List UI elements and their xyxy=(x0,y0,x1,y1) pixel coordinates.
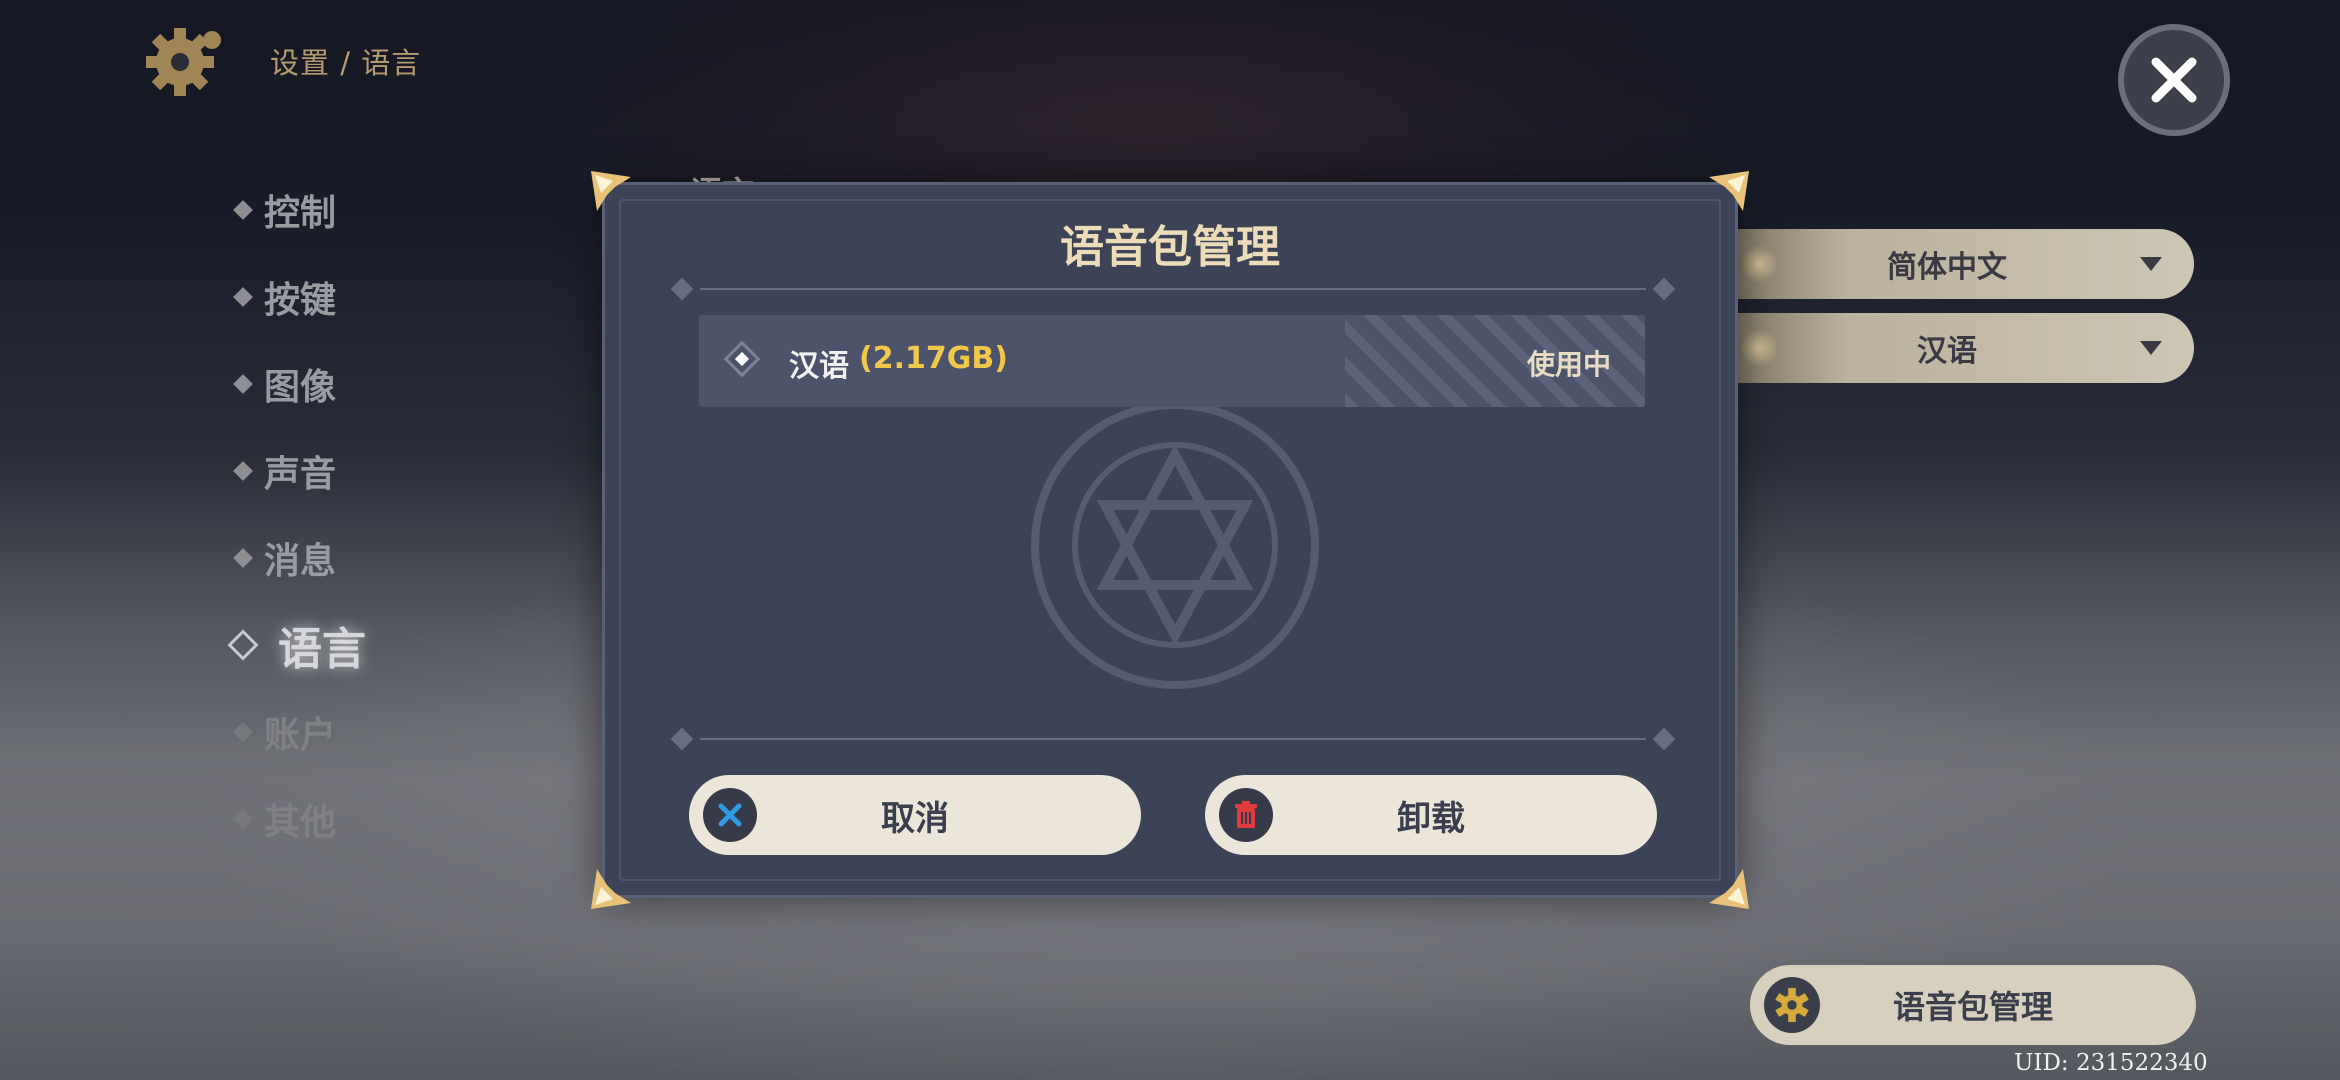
sidebar-item-keys[interactable]: 按键 xyxy=(230,253,490,340)
diamond-icon xyxy=(233,460,253,481)
chevron-down-icon xyxy=(2140,341,2162,355)
pack-size: (2.17GB) xyxy=(859,341,1008,376)
pack-status: 使用中 xyxy=(1526,348,1611,381)
gear-icon xyxy=(1764,977,1820,1033)
sparkle-icon xyxy=(1732,321,1786,375)
pack-name: 汉语 xyxy=(789,349,849,384)
breadcrumb: 设置 / 语言 xyxy=(270,46,422,80)
corner-ornament-icon xyxy=(1709,869,1749,909)
uninstall-label: 卸载 xyxy=(1397,798,1465,839)
voice-pack-row[interactable]: 汉语 (2.17GB) 使用中 xyxy=(699,315,1645,407)
emblem-watermark-icon xyxy=(1031,401,1319,689)
diamond-icon xyxy=(227,628,259,661)
diamond-icon xyxy=(233,721,253,742)
diamond-icon xyxy=(233,547,253,568)
corner-ornament-icon xyxy=(1709,171,1749,211)
sidebar-item-other[interactable]: 其他 xyxy=(230,775,490,862)
voice-language-value: 汉语 xyxy=(1917,334,1977,369)
sidebar-item-account[interactable]: 账户 xyxy=(230,688,490,775)
sidebar-item-audio[interactable]: 声音 xyxy=(230,427,490,514)
top-divider xyxy=(660,277,1686,301)
diamond-icon xyxy=(233,808,253,829)
diamond-icon xyxy=(233,373,253,394)
corner-ornament-icon xyxy=(591,869,631,909)
uninstall-button[interactable]: 卸载 xyxy=(1205,775,1657,855)
settings-sidebar: 控制 按键 图像 声音 消息 语言 账户 其他 xyxy=(227,166,490,862)
dialog-title: 语音包管理 xyxy=(1060,222,1280,273)
trash-icon xyxy=(1219,788,1273,842)
cancel-x-icon xyxy=(703,788,757,842)
diamond-icon xyxy=(233,286,253,307)
voice-pack-manage-label: 语音包管理 xyxy=(1892,988,2053,1026)
sidebar-item-messages[interactable]: 消息 xyxy=(230,514,490,601)
chevron-down-icon xyxy=(2140,257,2162,271)
diamond-icon xyxy=(233,199,253,220)
cancel-button[interactable]: 取消 xyxy=(689,775,1141,855)
text-language-select[interactable]: 简体中文 xyxy=(1700,229,2194,299)
corner-ornament-icon xyxy=(591,171,631,211)
voice-pack-manage-button[interactable]: 语音包管理 xyxy=(1750,965,2196,1045)
selected-diamond-icon xyxy=(723,340,761,378)
text-language-value: 简体中文 xyxy=(1887,250,2007,285)
sidebar-item-graphics[interactable]: 图像 xyxy=(230,340,490,427)
cancel-label: 取消 xyxy=(881,798,949,839)
sidebar-item-language[interactable]: 语言 xyxy=(227,601,490,688)
voice-pack-dialog: 语音包管理 汉语 (2.17GB) 使用中 取消 卸载 xyxy=(591,171,1749,909)
close-icon xyxy=(2151,57,2197,103)
sidebar-item-controls[interactable]: 控制 xyxy=(230,166,490,253)
close-button[interactable] xyxy=(2118,24,2230,136)
uid-label: UID: 231522340 xyxy=(2014,1050,2208,1076)
bottom-divider xyxy=(660,727,1686,751)
voice-language-select[interactable]: 汉语 xyxy=(1700,313,2194,383)
gear-icon xyxy=(142,24,230,96)
sparkle-icon xyxy=(1732,237,1786,291)
